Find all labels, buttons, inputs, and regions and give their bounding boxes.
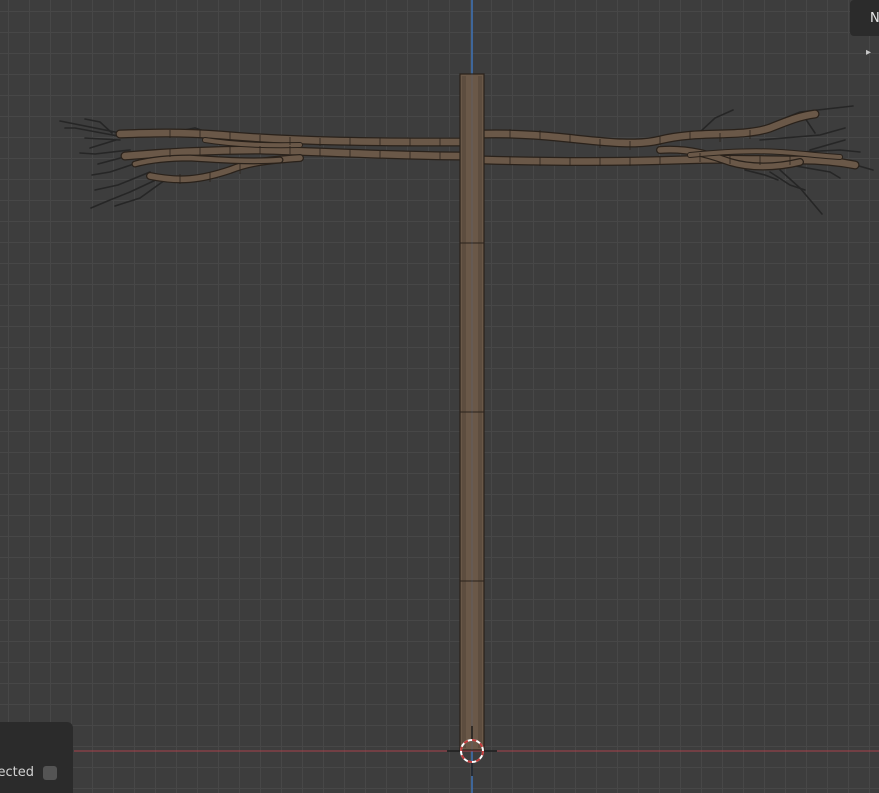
last-operation-panel[interactable]: Selected <box>0 722 73 793</box>
3d-viewport[interactable]: N ▸ Selected <box>0 0 879 793</box>
selected-checkbox[interactable] <box>43 766 57 780</box>
trunk-pole <box>459 73 485 751</box>
sidebar-tab-label: N <box>870 10 879 26</box>
sidebar-toggle-tab[interactable]: N <box>850 0 879 36</box>
scene-canvas[interactable] <box>0 0 879 793</box>
selected-checkbox-label: Selected <box>0 765 34 780</box>
triangle-right-icon[interactable]: ▸ <box>866 47 871 58</box>
